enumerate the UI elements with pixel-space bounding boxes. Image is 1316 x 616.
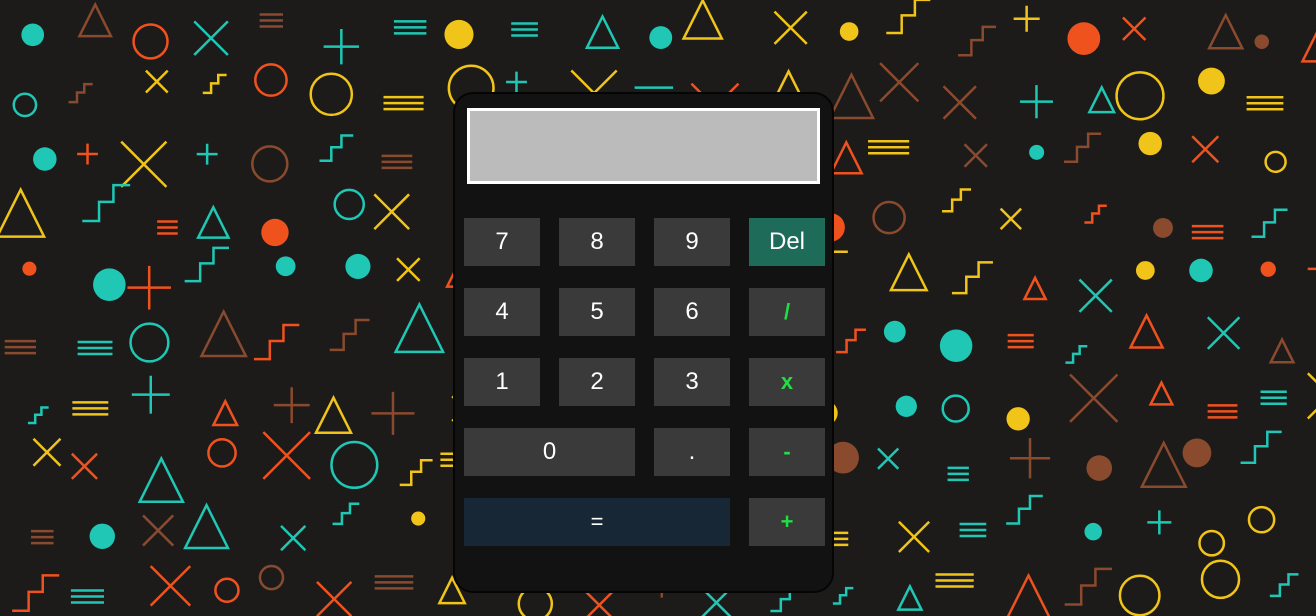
- key-5[interactable]: 5: [559, 288, 635, 336]
- key-9[interactable]: 9: [654, 218, 730, 266]
- key-2[interactable]: 2: [559, 358, 635, 406]
- calculator-display[interactable]: [467, 108, 820, 184]
- key-3[interactable]: 3: [654, 358, 730, 406]
- plus-button[interactable]: +: [749, 498, 825, 546]
- key-6[interactable]: 6: [654, 288, 730, 336]
- divide-button[interactable]: /: [749, 288, 825, 336]
- calculator-panel: 7 8 9 Del 4 5 6 / 1 2 3 x 0 . - = +: [453, 92, 834, 593]
- key-8[interactable]: 8: [559, 218, 635, 266]
- key-0[interactable]: 0: [464, 428, 635, 476]
- minus-button[interactable]: -: [749, 428, 825, 476]
- key-1[interactable]: 1: [464, 358, 540, 406]
- delete-button[interactable]: Del: [749, 218, 825, 266]
- key-7[interactable]: 7: [464, 218, 540, 266]
- equals-button[interactable]: =: [464, 498, 730, 546]
- key-4[interactable]: 4: [464, 288, 540, 336]
- multiply-button[interactable]: x: [749, 358, 825, 406]
- decimal-button[interactable]: .: [654, 428, 730, 476]
